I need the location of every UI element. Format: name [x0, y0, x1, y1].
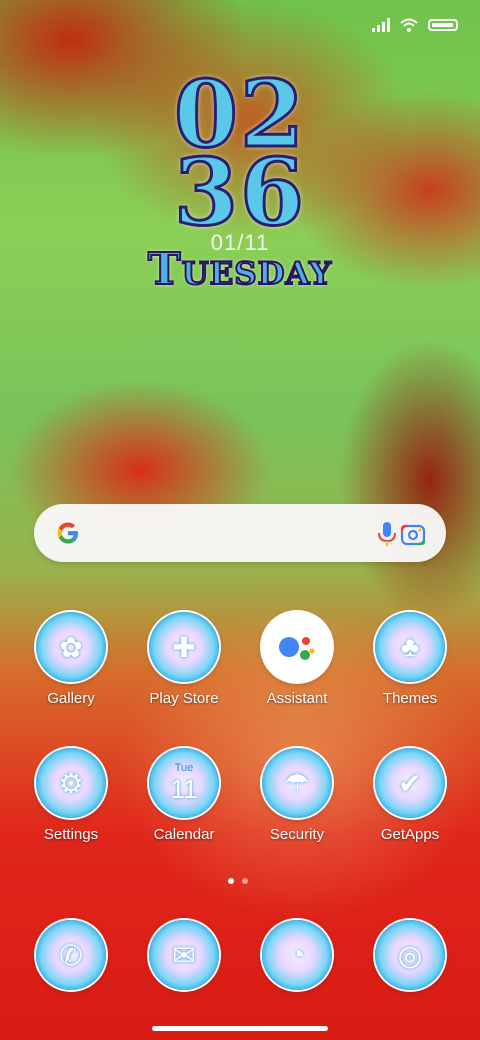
calendar-icon-date: 11: [170, 773, 198, 804]
security-icon: ☂: [262, 748, 332, 818]
app-assistant[interactable]: Assistant: [242, 612, 352, 707]
lens-camera-icon[interactable]: [400, 521, 426, 547]
mic-icon[interactable]: [374, 520, 400, 548]
getapps-icon: ✔: [375, 748, 445, 818]
app-label: Play Store: [149, 690, 219, 707]
status-bar: [372, 18, 458, 32]
app-label: Gallery: [47, 690, 95, 707]
app-label: GetApps: [380, 826, 440, 843]
dock-phone[interactable]: ✆: [16, 920, 126, 990]
wifi-icon: [400, 18, 418, 32]
calendar-icon-day: Tue: [174, 761, 194, 774]
google-search-bar[interactable]: [34, 504, 446, 562]
messages-icon: ✉: [149, 920, 219, 990]
google-logo-icon: [57, 522, 78, 544]
dock-browser[interactable]: ◔: [242, 920, 352, 990]
app-label: Settings: [43, 826, 99, 843]
app-settings[interactable]: ⚙ Settings: [16, 748, 126, 843]
clock-day: Tuesday: [147, 243, 333, 296]
calendar-icon: Tue 11: [149, 748, 219, 818]
settings-icon: ⚙: [36, 748, 106, 818]
dock-messages[interactable]: ✉: [129, 920, 239, 990]
page-dot: [242, 878, 248, 884]
gallery-icon: ✿: [36, 612, 106, 682]
camera-icon: ◎: [375, 920, 445, 990]
signal-icon: [372, 18, 390, 32]
dock-camera[interactable]: ◎: [355, 920, 465, 990]
assistant-icon: [262, 612, 332, 682]
phone-icon: ✆: [36, 920, 106, 990]
app-label: Themes: [382, 690, 438, 707]
app-calendar[interactable]: Tue 11 Calendar: [129, 748, 239, 843]
app-play-store[interactable]: ✚ Play Store: [129, 612, 239, 707]
home-gesture-bar[interactable]: [152, 1026, 328, 1031]
app-security[interactable]: ☂ Security: [242, 748, 352, 843]
app-label: Assistant: [266, 690, 328, 707]
app-label: Calendar: [153, 826, 215, 843]
page-indicator: [228, 878, 248, 884]
app-themes[interactable]: ♣ Themes: [355, 612, 465, 707]
app-label: Security: [269, 826, 325, 843]
browser-icon: ◔: [262, 920, 332, 990]
play-store-icon: ✚: [149, 612, 219, 682]
themes-icon: ♣: [375, 612, 445, 682]
battery-icon: [428, 19, 458, 31]
page-dot-active: [228, 878, 234, 884]
app-gallery[interactable]: ✿ Gallery: [16, 612, 126, 707]
app-getapps[interactable]: ✔ GetApps: [355, 748, 465, 843]
